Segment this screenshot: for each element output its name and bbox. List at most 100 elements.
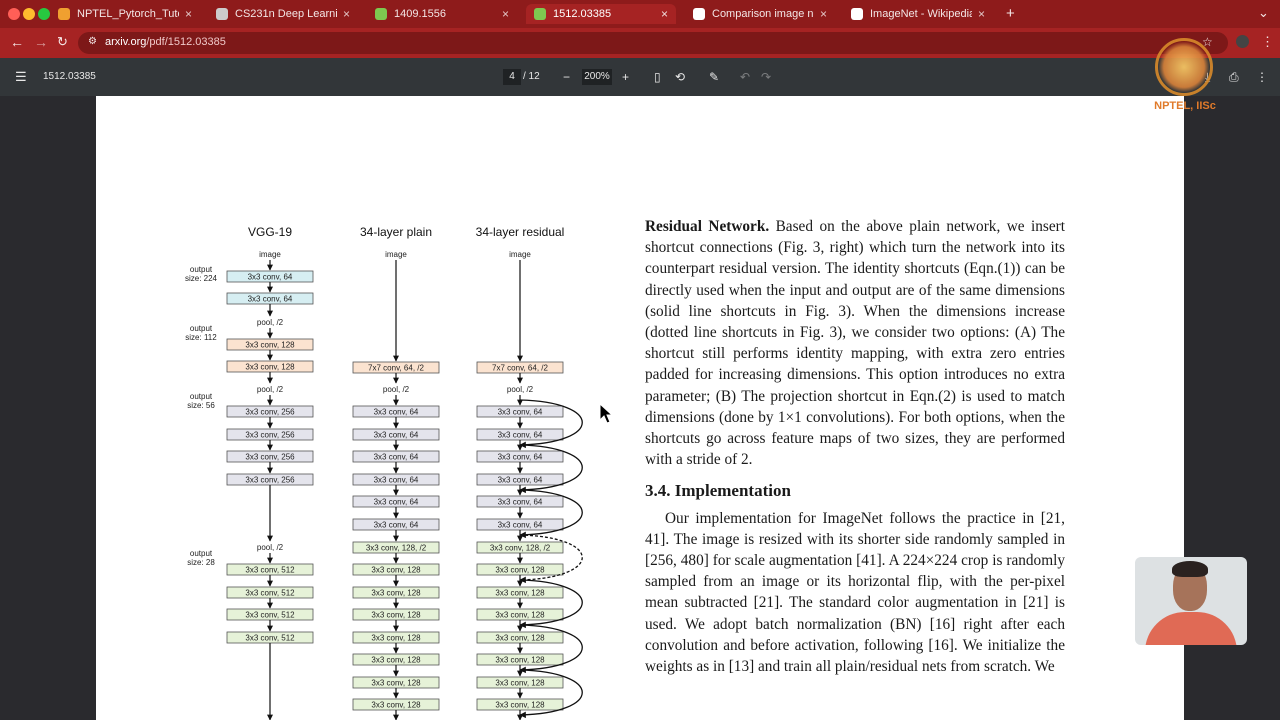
- pool-label: pool, /2: [507, 385, 534, 394]
- output-size-label: size: 28: [187, 558, 215, 567]
- layer-label: 3x3 conv, 512: [245, 634, 295, 643]
- zoom-level-input[interactable]: 200%: [582, 69, 612, 85]
- layer-label: 3x3 conv, 512: [245, 589, 295, 598]
- layer-label: 3x3 conv, 64: [248, 273, 293, 282]
- layer-label: 3x3 conv, 256: [245, 431, 295, 440]
- page-total: / 12: [523, 71, 540, 82]
- tab-favicon-icon: [693, 8, 705, 20]
- paragraph-lead: Residual Network.: [645, 218, 770, 235]
- tab-favicon-icon: [534, 8, 546, 20]
- layer-label: 3x3 conv, 64: [498, 431, 543, 440]
- pool-label: pool, /2: [257, 543, 284, 552]
- profile-avatar[interactable]: [1236, 35, 1249, 48]
- reload-button[interactable]: ↻: [57, 34, 68, 50]
- tab-close-icon[interactable]: ×: [978, 7, 985, 21]
- figure-column-title: VGG-19: [248, 225, 292, 239]
- zoom-out-button[interactable]: −: [563, 70, 570, 84]
- layer-label: 3x3 conv, 128, /2: [366, 544, 427, 553]
- more-options-icon[interactable]: ⋮: [1256, 70, 1268, 84]
- back-button[interactable]: ←: [10, 34, 24, 50]
- minimize-window-button[interactable]: [23, 8, 35, 20]
- maximize-window-button[interactable]: [38, 8, 50, 20]
- tab-title: 1409.1556: [394, 8, 446, 20]
- layer-label: 3x3 conv, 128: [495, 701, 545, 710]
- layer-label: 3x3 conv, 64: [498, 498, 543, 507]
- close-window-button[interactable]: [8, 8, 20, 20]
- nptel-logo: NPTEL, IISc: [1150, 36, 1220, 116]
- redo-icon[interactable]: ↷: [761, 70, 771, 84]
- pool-label: pool, /2: [383, 385, 410, 394]
- layer-label: 3x3 conv, 64: [498, 408, 543, 417]
- pdf-menu-icon[interactable]: ☰: [15, 69, 27, 85]
- fit-page-icon[interactable]: ▯: [654, 70, 661, 84]
- tab-title: Comparison image neural net: [712, 8, 814, 20]
- layer-label: 3x3 conv, 128: [495, 589, 545, 598]
- browser-menu-icon[interactable]: ⋮: [1261, 34, 1274, 50]
- pdf-filename: 1512.03385: [43, 71, 96, 82]
- zoom-in-button[interactable]: +: [622, 70, 629, 84]
- tab-close-icon[interactable]: ×: [185, 7, 192, 21]
- output-size-label: size: 112: [185, 333, 217, 342]
- browser-tab[interactable]: Comparison image neural net ×: [685, 4, 835, 24]
- tab-search-icon[interactable]: ⌄: [1258, 5, 1269, 21]
- tab-close-icon[interactable]: ×: [820, 7, 827, 21]
- output-word: output: [190, 392, 213, 401]
- new-tab-button[interactable]: +: [1006, 5, 1015, 22]
- layer-label: 3x3 conv, 128, /2: [490, 544, 551, 553]
- tab-title: NPTEL_Pytorch_Tutorial.ipyn: [77, 8, 179, 20]
- layer-label: 7x7 conv, 64, /2: [368, 364, 424, 373]
- browser-tab[interactable]: ImageNet - Wikipedia ×: [843, 4, 993, 24]
- forward-button[interactable]: →: [34, 34, 48, 50]
- text-column: Residual Network. Based on the above pla…: [645, 216, 1065, 677]
- annotate-icon[interactable]: ✎: [709, 70, 719, 84]
- figure-column-title: 34-layer residual: [476, 225, 565, 239]
- layer-label: 3x3 conv, 64: [374, 408, 419, 417]
- layer-label: 3x3 conv, 64: [498, 476, 543, 485]
- paragraph-body: Based on the above plain network, we ins…: [645, 218, 1065, 469]
- layer-label: 3x3 conv, 64: [374, 431, 419, 440]
- layer-label: 3x3 conv, 128: [495, 679, 545, 688]
- layer-label: 3x3 conv, 128: [495, 611, 545, 620]
- print-icon[interactable]: ⎙: [1229, 70, 1239, 85]
- output-word: output: [190, 324, 213, 333]
- address-bar-row: ← → ↻ ⚙ arxiv.org/pdf/1512.03385 ☆ ⋮: [0, 28, 1280, 58]
- section-heading: 3.4. Implementation: [645, 481, 791, 501]
- output-size-label: size: 224: [185, 274, 218, 283]
- layer-label: 3x3 conv, 256: [245, 476, 295, 485]
- layer-label: 3x3 conv, 128: [371, 566, 421, 575]
- layer-label: 3x3 conv, 128: [371, 634, 421, 643]
- site-info-icon[interactable]: ⚙: [88, 36, 97, 47]
- page-number-input[interactable]: 4: [503, 69, 521, 85]
- paragraph-residual-network: Residual Network. Based on the above pla…: [645, 216, 1065, 470]
- browser-tab[interactable]: 1512.03385 ×: [526, 4, 676, 24]
- browser-tab[interactable]: 1409.1556 ×: [367, 4, 517, 24]
- layer-label: 3x3 conv, 256: [245, 408, 295, 417]
- layer-label: 3x3 conv, 128: [495, 634, 545, 643]
- layer-label: 3x3 conv, 128: [245, 363, 295, 372]
- layer-label: 3x3 conv, 128: [245, 341, 295, 350]
- layer-label: 3x3 conv, 64: [374, 521, 419, 530]
- layer-label: 3x3 conv, 256: [245, 453, 295, 462]
- layer-label: 3x3 conv, 64: [498, 521, 543, 530]
- layer-label: 3x3 conv, 128: [371, 589, 421, 598]
- layer-label: 3x3 conv, 128: [371, 679, 421, 688]
- layer-label: 3x3 conv, 128: [495, 566, 545, 575]
- browser-tab[interactable]: CS231n Deep Learning for Co ×: [208, 4, 358, 24]
- url-host: arxiv.org: [105, 36, 147, 48]
- output-size-label: size: 56: [187, 401, 215, 410]
- browser-tab[interactable]: NPTEL_Pytorch_Tutorial.ipyn ×: [50, 4, 200, 24]
- pool-label: pool, /2: [257, 318, 284, 327]
- tab-favicon-icon: [58, 8, 70, 20]
- tab-favicon-icon: [216, 8, 228, 20]
- tab-close-icon[interactable]: ×: [343, 7, 350, 21]
- tab-close-icon[interactable]: ×: [502, 7, 509, 21]
- layer-label: 3x3 conv, 512: [245, 611, 295, 620]
- mouse-cursor-icon: [599, 403, 613, 424]
- layer-label: 3x3 conv, 64: [374, 498, 419, 507]
- output-word: output: [190, 265, 213, 274]
- tab-title: 1512.03385: [553, 8, 612, 20]
- rotate-icon[interactable]: ⟲: [675, 70, 685, 84]
- undo-icon[interactable]: ↶: [740, 70, 750, 84]
- url-field[interactable]: ⚙ arxiv.org/pdf/1512.03385 ☆: [78, 32, 1228, 54]
- tab-close-icon[interactable]: ×: [661, 7, 668, 21]
